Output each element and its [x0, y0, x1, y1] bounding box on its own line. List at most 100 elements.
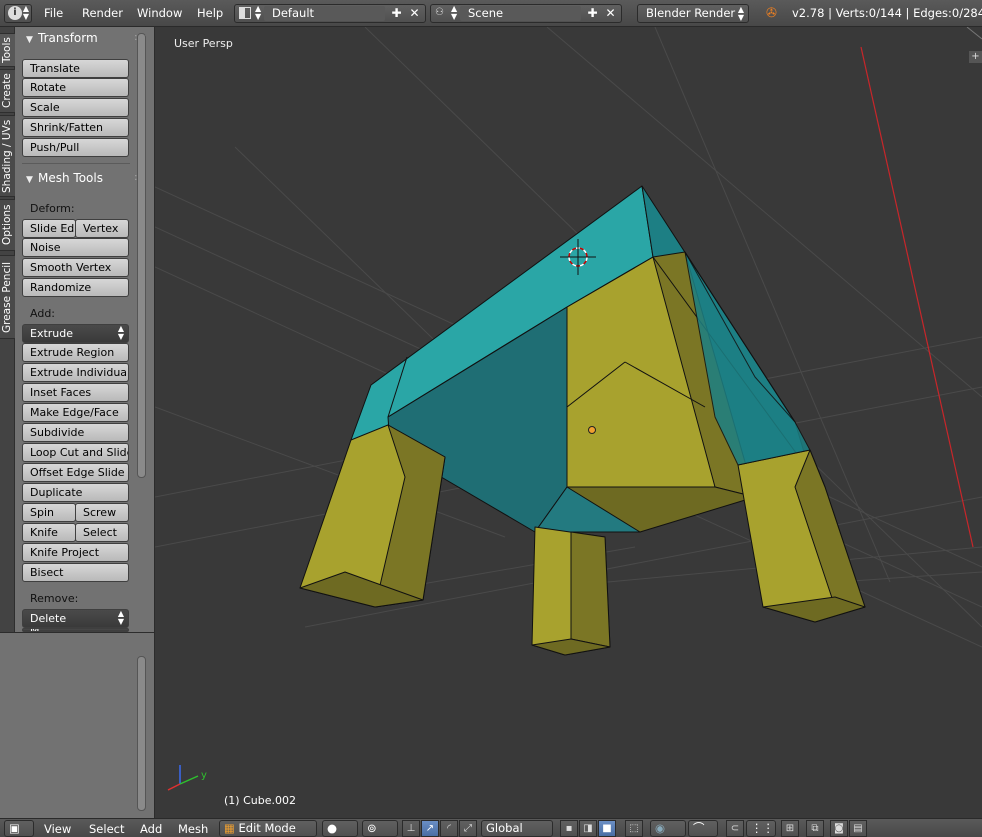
- smooth-vertex-button[interactable]: Smooth Vertex: [22, 258, 129, 277]
- add-scene-icon[interactable]: ✚: [584, 6, 601, 21]
- menu-view[interactable]: View: [44, 821, 71, 837]
- snap-toggle-icon[interactable]: ⊂: [726, 820, 744, 837]
- render-still-icon[interactable]: ◙: [830, 820, 848, 837]
- viewport-canvas: y: [155, 27, 982, 791]
- scale-button[interactable]: Scale: [22, 98, 129, 117]
- scene-icon: ⚇: [435, 7, 444, 18]
- remove-scene-icon[interactable]: ✕: [602, 6, 619, 21]
- updown-arrows-icon: ▲ ▼: [117, 324, 124, 341]
- tab-create[interactable]: Create: [0, 69, 15, 113]
- tab-shading-uvs[interactable]: Shading / UVs: [0, 115, 15, 197]
- push-pull-button[interactable]: Push/Pull: [22, 138, 129, 157]
- collapse-triangle-icon: ▼: [26, 35, 33, 45]
- x-axis-line: [860, 46, 974, 548]
- pivot-point-selector[interactable]: ⊚: [362, 820, 398, 837]
- render-animation-icon[interactable]: ▤: [849, 820, 867, 837]
- render-engine-selector[interactable]: Blender Render ▲ ▼: [637, 4, 749, 23]
- transform-panel-header[interactable]: ▼Transform :::::: [22, 28, 150, 48]
- mode-selector[interactable]: ▦ Edit Mode: [219, 820, 317, 837]
- mesh-tools-title: Mesh Tools: [38, 171, 103, 185]
- layout-name-field[interactable]: Default: [264, 6, 385, 21]
- remove-layout-icon[interactable]: ✕: [406, 6, 423, 21]
- make-edge-face-button[interactable]: Make Edge/Face: [22, 403, 129, 422]
- translate-button[interactable]: Translate: [22, 59, 129, 78]
- screen-layout-selector[interactable]: ▲ ▼ Default ✚ ✕: [234, 4, 426, 23]
- edge-select-icon[interactable]: ◨: [579, 820, 597, 837]
- menu-add[interactable]: Add: [140, 821, 162, 837]
- menu-help[interactable]: Help: [195, 4, 225, 23]
- rotate-manipulator-icon[interactable]: ◜: [440, 820, 458, 837]
- extrude-dropdown[interactable]: Extrude ▲ ▼: [22, 324, 129, 343]
- menu-window[interactable]: Window: [135, 4, 184, 23]
- scene-name-field[interactable]: Scene: [460, 6, 581, 21]
- offset-edge-slide-button[interactable]: Offset Edge Slide: [22, 463, 129, 482]
- extrude-region-button[interactable]: Extrude Region: [22, 343, 129, 362]
- menu-render[interactable]: Render: [80, 4, 125, 23]
- delete-dropdown[interactable]: Delete ▲ ▼: [22, 609, 129, 628]
- snap-target-icon[interactable]: ⊞: [781, 820, 799, 837]
- pivot-icon: ⊚: [367, 821, 377, 835]
- mesh-leg-front-center: [570, 531, 611, 648]
- transform-orientation-selector[interactable]: Global: [481, 820, 553, 837]
- editor-type-selector[interactable]: i ▲ ▼: [4, 4, 32, 23]
- updown-arrows-icon: ▲ ▼: [117, 609, 124, 626]
- translate-manipulator-icon[interactable]: ↗: [421, 820, 439, 837]
- extrude-label: Extrude: [30, 327, 74, 340]
- falloff-selector[interactable]: ⌒: [688, 820, 718, 837]
- scene-statistics: v2.78 | Verts:0/144 | Edges:0/284 | Fa: [792, 6, 982, 20]
- face-select-icon[interactable]: ■: [598, 820, 616, 837]
- tab-tools[interactable]: Tools: [0, 33, 15, 67]
- limit-selection-icon[interactable]: ⬚: [625, 820, 643, 837]
- slide-edge-button[interactable]: Slide Ed: [22, 219, 76, 238]
- blender-logo-icon: ✇: [766, 6, 777, 21]
- editor-type-selector-3d[interactable]: ▣: [4, 820, 34, 837]
- vertex-slide-button[interactable]: Vertex: [75, 219, 129, 238]
- spin-button[interactable]: Spin: [22, 503, 76, 522]
- add-layout-icon[interactable]: ✚: [388, 6, 405, 21]
- knife-project-button[interactable]: Knife Project: [22, 543, 129, 562]
- subdivide-button[interactable]: Subdivide: [22, 423, 129, 442]
- proportional-editing-selector[interactable]: ◉: [650, 820, 686, 837]
- 3d-viewport[interactable]: y User Persp (1) Cube.002 +: [155, 27, 982, 818]
- add-label: Add:: [30, 307, 56, 320]
- scene-selector[interactable]: ⚇ ▲ ▼ Scene ✚ ✕: [430, 4, 622, 23]
- snap-increment-icon: ⋮⋮: [751, 821, 774, 835]
- active-object-label: (1) Cube.002: [224, 794, 296, 807]
- vertex-select-icon[interactable]: ▪: [560, 820, 578, 837]
- transform-title: Transform: [38, 31, 98, 45]
- loop-cut-button[interactable]: Loop Cut and Slide: [22, 443, 129, 462]
- layout-grid-icon: [239, 7, 251, 19]
- extrude-individual-button[interactable]: Extrude Individual: [22, 363, 129, 382]
- manipulator-toggle-icon[interactable]: ⊥: [402, 820, 420, 837]
- menu-select[interactable]: Select: [89, 821, 124, 837]
- viewport-shading-selector[interactable]: ●: [322, 820, 358, 837]
- knife-select-button[interactable]: Select: [75, 523, 129, 542]
- tool-shelf-scrollbar[interactable]: [137, 33, 146, 478]
- tab-grease-pencil[interactable]: Grease Pencil: [0, 255, 15, 339]
- randomize-button[interactable]: Randomize: [22, 278, 129, 297]
- rotate-button[interactable]: Rotate: [22, 78, 129, 97]
- mesh-tools-panel-header[interactable]: ▼Mesh Tools :::::: [22, 168, 150, 188]
- menu-file[interactable]: File: [42, 4, 65, 23]
- bisect-button[interactable]: Bisect: [22, 563, 129, 582]
- falloff-icon: ⌒: [693, 821, 705, 835]
- collapse-triangle-icon: ▼: [26, 175, 33, 185]
- scale-manipulator-icon[interactable]: ⤢: [459, 820, 477, 837]
- knife-button[interactable]: Knife: [22, 523, 76, 542]
- duplicate-button[interactable]: Duplicate: [22, 483, 129, 502]
- noise-button[interactable]: Noise: [22, 238, 129, 257]
- shrink-fatten-button[interactable]: Shrink/Fatten: [22, 118, 129, 137]
- menu-mesh[interactable]: Mesh: [178, 821, 208, 837]
- mesh-table: [299, 185, 866, 656]
- viewport-corner-line: [966, 27, 982, 40]
- screw-button[interactable]: Screw: [75, 503, 129, 522]
- snap-element-selector[interactable]: ⋮⋮: [746, 820, 776, 837]
- 3d-view-icon: ▣: [9, 821, 20, 835]
- tab-options[interactable]: Options: [0, 199, 15, 251]
- properties-toggle-icon[interactable]: +: [969, 51, 982, 63]
- mode-label: Edit Mode: [238, 821, 296, 835]
- inset-faces-button[interactable]: Inset Faces: [22, 383, 129, 402]
- orientation-label: Global: [486, 821, 523, 835]
- operator-panel-scrollbar[interactable]: [137, 656, 146, 811]
- mirror-icon[interactable]: ⧉: [806, 820, 824, 837]
